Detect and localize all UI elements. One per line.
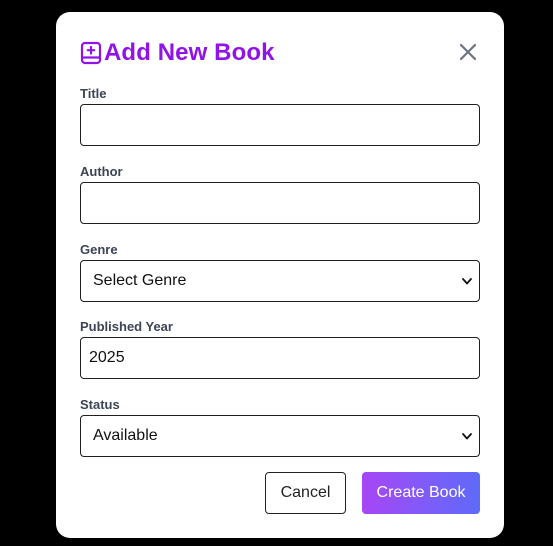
author-label: Author <box>80 164 123 179</box>
chevron-down-icon <box>462 432 472 440</box>
title-field-group: Title <box>80 86 480 146</box>
author-field-group: Author <box>80 164 480 224</box>
modal-title: Add New Book <box>104 39 275 66</box>
published-year-field-group: Published Year 2025 <box>80 319 480 379</box>
book-plus-icon <box>80 41 102 65</box>
genre-select-value: Select Genre <box>93 272 187 289</box>
genre-field-group: Genre Select Genre <box>80 242 480 302</box>
status-select[interactable]: Available <box>80 415 480 457</box>
title-label: Title <box>80 86 107 101</box>
genre-select[interactable]: Select Genre <box>80 260 480 302</box>
status-label: Status <box>80 397 120 412</box>
published-year-label: Published Year <box>80 319 173 334</box>
close-button[interactable] <box>458 42 478 62</box>
modal-header: Add New Book <box>80 38 275 68</box>
title-input[interactable] <box>80 104 480 146</box>
add-book-modal: Add New Book Title Author Genre Select G… <box>56 12 504 538</box>
chevron-down-icon <box>462 277 472 285</box>
status-select-value: Available <box>93 427 158 444</box>
status-field-group: Status Available <box>80 397 480 457</box>
close-icon <box>458 42 478 62</box>
author-input[interactable] <box>80 182 480 224</box>
create-book-button[interactable]: Create Book <box>362 472 480 514</box>
published-year-input[interactable]: 2025 <box>80 337 480 379</box>
cancel-button[interactable]: Cancel <box>265 472 346 514</box>
genre-label: Genre <box>80 242 118 257</box>
